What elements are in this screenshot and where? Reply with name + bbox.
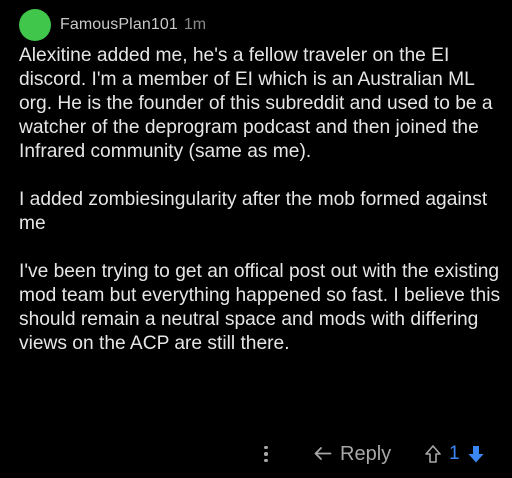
more-options-button[interactable] [258, 442, 274, 466]
comment-actions: Reply 1 [0, 440, 512, 468]
vote-controls: 1 [424, 442, 485, 466]
vertical-ellipsis-icon [264, 445, 268, 450]
timestamp: 1m [183, 16, 207, 33]
downvote-arrow-icon[interactable] [467, 444, 485, 464]
comment-paragraph: Alexitine added me, he's a fellow travel… [19, 45, 493, 162]
username[interactable]: FamousPlan101 [60, 16, 178, 34]
comment-paragraph: I added zombiesingularity after the mob … [19, 189, 488, 234]
vote-score: 1 [449, 443, 460, 464]
upvote-arrow-icon[interactable] [424, 444, 442, 464]
reply-arrow-icon [314, 447, 332, 460]
vertical-ellipsis-icon [264, 458, 268, 463]
reply-button[interactable]: Reply [313, 442, 391, 466]
reply-label: Reply [340, 442, 392, 465]
comment-body: Alexitine added me, he's a fellow travel… [19, 44, 505, 356]
comment-header: FamousPlan101 1m [19, 9, 206, 41]
avatar[interactable] [19, 9, 51, 41]
comment: FamousPlan101 1m Alexitine added me, he'… [0, 0, 512, 478]
comment-paragraph: I've been trying to get an offical post … [19, 261, 501, 354]
vertical-ellipsis-icon [264, 452, 268, 456]
